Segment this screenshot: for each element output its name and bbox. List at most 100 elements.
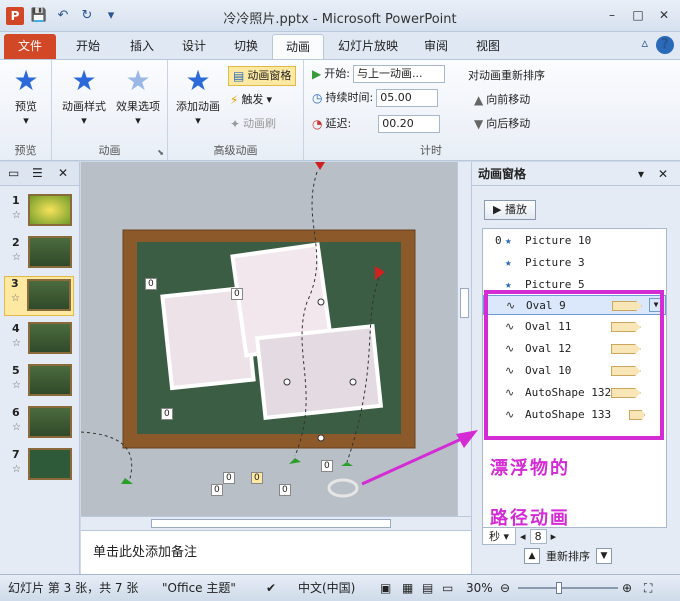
slide-thumbnail-7[interactable]: 7 ☆ [6, 448, 76, 486]
tab-animations[interactable]: 动画 [272, 34, 324, 59]
spell-check-icon[interactable]: ✔ [266, 575, 276, 601]
zoom-in-icon[interactable]: ⊕ [622, 575, 632, 601]
animation-tag: 0 [223, 472, 235, 484]
zoom-out-icon[interactable]: ⊖ [500, 575, 510, 601]
start-row: ▶ 开始: 与上一动画... [312, 64, 445, 84]
pane-options-icon[interactable]: ▾ [638, 162, 644, 186]
animation-tag: 0 [231, 288, 243, 300]
preview-button[interactable]: ★ 预览 ▾ [0, 64, 52, 127]
entrance-star-icon: ★ [505, 234, 512, 247]
slides-panel-header: ▭ ☰ ✕ [0, 162, 79, 186]
animation-tag: 0 [279, 484, 291, 496]
language-status[interactable]: 中文(中国) [298, 575, 355, 601]
outline-tab-icon[interactable]: ☰ [32, 166, 43, 180]
undo-icon[interactable]: ↶ [54, 7, 72, 25]
vertical-scroll-thumb[interactable] [460, 288, 469, 318]
minimize-button[interactable]: – [602, 6, 622, 24]
theme-status: "Office 主题" [162, 581, 236, 595]
quick-access-toolbar: 💾 ↶ ↻ ▾ [30, 7, 120, 25]
reading-view-icon[interactable]: ▤ [422, 575, 433, 601]
tab-home[interactable]: 开始 [60, 34, 116, 59]
timeline-controls: 秒 ▾ ◂ 8 ▸ [482, 527, 667, 545]
lightning-icon: ⚡ [230, 93, 239, 107]
annotation-text-2: 路径动画 [490, 508, 570, 529]
start-select[interactable]: 与上一动画... [352, 65, 445, 83]
tab-view[interactable]: 视图 [462, 34, 514, 59]
delay-input[interactable]: 00.20 [378, 115, 441, 133]
tab-insert[interactable]: 插入 [116, 34, 168, 59]
reorder-up-icon[interactable]: ▲ [524, 548, 540, 564]
powerpoint-logo-icon: P [6, 7, 24, 25]
move-later-button[interactable]: ▼ 向后移动 [474, 114, 530, 134]
slide-thumbnail-3[interactable]: 3 ☆ [4, 276, 74, 316]
help-icon[interactable]: ? [656, 36, 674, 54]
tab-review[interactable]: 审阅 [410, 34, 462, 59]
tab-file[interactable]: 文件 [4, 34, 56, 59]
normal-view-icon[interactable]: ▣ [380, 575, 391, 601]
preview-group: ★ 预览 ▾ 预览 [0, 60, 52, 160]
close-button[interactable]: ✕ [654, 6, 674, 24]
fit-to-window-icon[interactable]: ⛶ [644, 575, 652, 601]
zoom-level[interactable]: 30% [466, 575, 493, 601]
close-panel-icon[interactable]: ✕ [58, 166, 68, 180]
duration-row: ◷ 持续时间: 05.00 [312, 88, 439, 108]
reorder-down-icon[interactable]: ▼ [596, 548, 612, 564]
customize-qat-icon[interactable]: ▾ [102, 7, 120, 25]
animation-item[interactable]: 0 ★ Picture 10 [483, 231, 666, 251]
annotation-arrow [361, 430, 478, 486]
pane-icon: ▤ [233, 69, 245, 83]
move-earlier-button[interactable]: ▲ 向前移动 [474, 90, 530, 110]
play-button[interactable]: ▶ 播放 [484, 200, 536, 220]
timeline-scale: 8 [529, 528, 547, 544]
effect-star-icon: ★ [125, 64, 151, 97]
collapse-ribbon-icon[interactable]: ▵ [641, 36, 648, 54]
clock-icon: ◷ [312, 91, 323, 105]
horizontal-scrollbar[interactable] [81, 516, 471, 530]
maximize-button[interactable]: □ [628, 6, 648, 24]
reorder-controls: ▲ 重新排序 ▼ [524, 548, 612, 564]
animation-tag: 0 [145, 278, 157, 290]
horizontal-scroll-thumb[interactable] [151, 519, 391, 528]
slides-tab-icon[interactable]: ▭ [8, 166, 19, 180]
zoom-slider-thumb[interactable] [556, 582, 562, 594]
animation-styles-button[interactable]: ★ 动画样式 ▾ [58, 64, 110, 127]
slide-thumbnail-1[interactable]: 1 ☆ [6, 194, 76, 232]
notes-pane[interactable]: 单击此处添加备注 [81, 530, 471, 574]
animation-painter-button[interactable]: ✦ 动画刷 [230, 114, 276, 134]
tab-slideshow[interactable]: 幻灯片放映 [326, 34, 410, 59]
tab-transitions[interactable]: 切换 [220, 34, 272, 59]
dialog-launcher-icon[interactable]: ⬊ [157, 148, 164, 157]
effect-options-button[interactable]: ★ 效果选项 ▾ [112, 64, 164, 127]
zoom-slider[interactable] [518, 587, 618, 589]
slide-thumbnail-6[interactable]: 6 ☆ [6, 406, 76, 444]
duration-input[interactable]: 05.00 [376, 89, 439, 107]
timeline-left-icon[interactable]: ◂ [520, 530, 526, 543]
animation-tag: 0 [251, 472, 263, 484]
slide-sorter-icon[interactable]: ▦ [402, 575, 413, 601]
add-animation-button[interactable]: ★ 添加动画 ▾ [172, 64, 224, 127]
redo-icon[interactable]: ↻ [78, 7, 96, 25]
slide-thumbnail-2[interactable]: 2 ☆ [6, 236, 76, 274]
tab-design[interactable]: 设计 [168, 34, 220, 59]
ribbon-help-area: ▵ ? [641, 36, 674, 54]
animation-pane-button[interactable]: ▤ 动画窗格 [228, 66, 297, 86]
animation-item[interactable]: ★ Picture 3 [483, 253, 666, 273]
annotation-text-1: 漂浮物的 [490, 458, 570, 479]
entrance-star-icon: ★ [505, 256, 512, 269]
animation-star-icon: ★ [71, 64, 97, 97]
slide-thumbnail-4[interactable]: 4 ☆ [6, 322, 76, 360]
pane-close-icon[interactable]: ✕ [658, 162, 668, 186]
timing-group: ▶ 开始: 与上一动画... ◷ 持续时间: 05.00 ◔ 延迟: 00.20 对动… [304, 60, 558, 160]
timeline-right-icon[interactable]: ▸ [551, 530, 557, 543]
trigger-button[interactable]: ⚡ 触发 ▾ [230, 90, 272, 110]
advanced-group-label: 高级动画 [213, 144, 258, 157]
animation-tag: 0 [321, 460, 333, 472]
slide-thumbnail-5[interactable]: 5 ☆ [6, 364, 76, 402]
slides-panel: ▭ ☰ ✕ 1 ☆ 2 ☆ 3 ☆ 4 ☆ 5 ☆ 6 ☆ 7 ☆ [0, 162, 80, 574]
save-icon[interactable]: 💾 [30, 7, 48, 25]
add-animation-star-icon: ★ [185, 64, 211, 97]
highlight-box [484, 290, 664, 440]
start-icon: ▶ [312, 67, 322, 81]
window-controls: – □ ✕ [602, 6, 674, 24]
slideshow-view-icon[interactable]: ▭ [442, 575, 453, 601]
